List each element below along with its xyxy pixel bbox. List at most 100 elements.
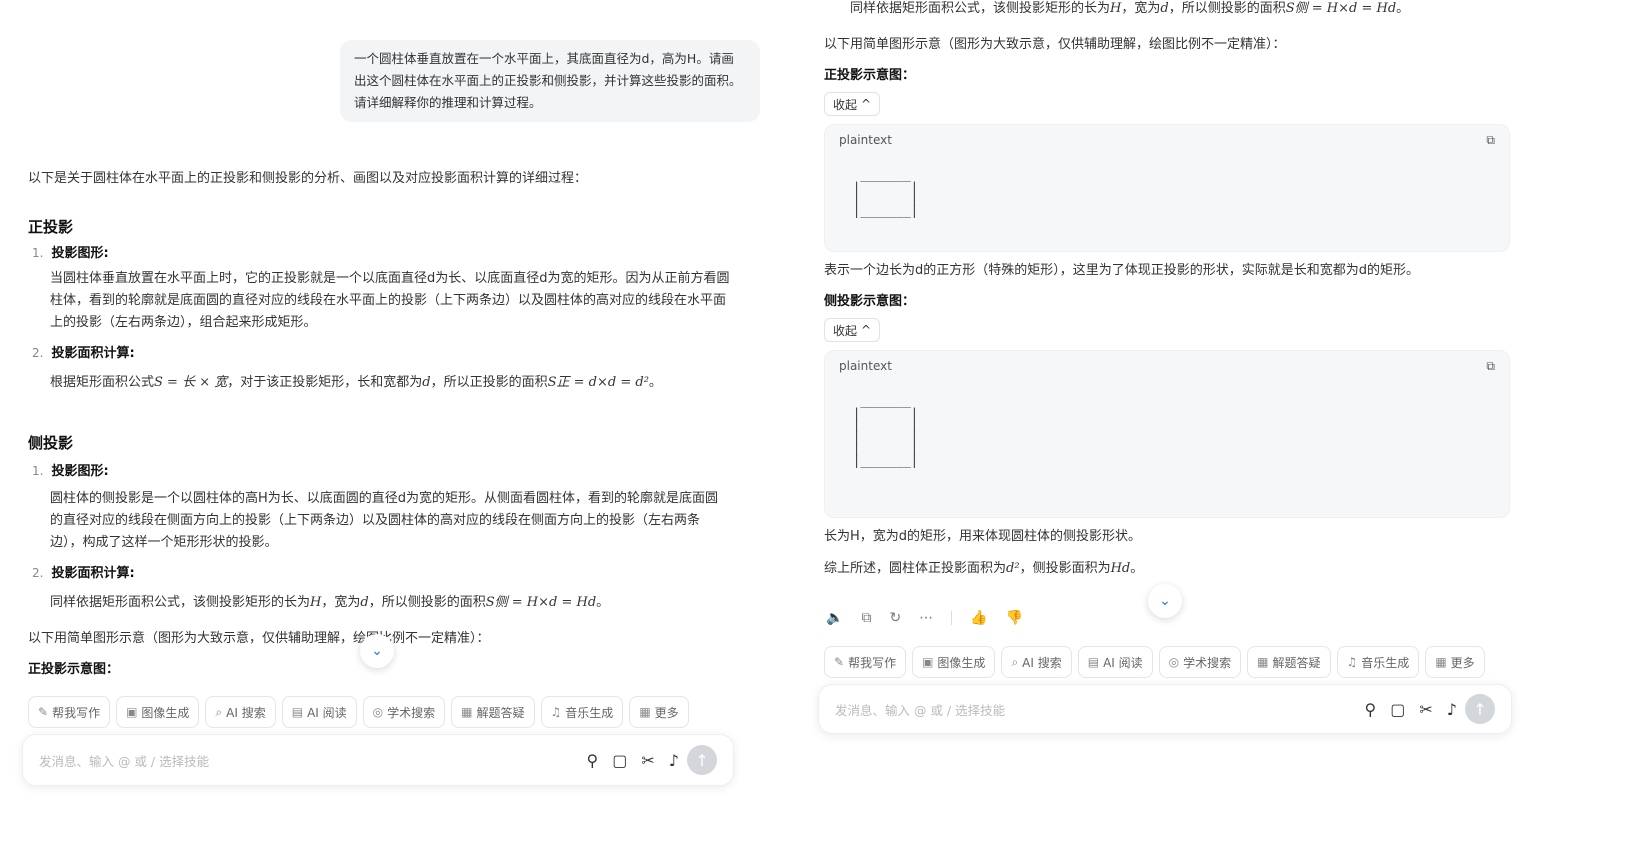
solve-icon: ▦ bbox=[461, 705, 473, 719]
code-block-side: plaintext ⧉ _______ | | | | | | | | |___… bbox=[824, 350, 1510, 518]
pen-icon: ✎ bbox=[834, 655, 845, 669]
grid-icon: ▦ bbox=[639, 705, 651, 719]
arrow-up-icon: ↑ bbox=[695, 750, 709, 770]
search-icon: ⌕ bbox=[215, 704, 223, 719]
image-icon: ▣ bbox=[126, 705, 138, 719]
section-side-projection-title: 侧投影 bbox=[28, 434, 74, 452]
code-block-front: plaintext ⧉ _______ | | | | |_______| bbox=[824, 124, 1510, 252]
arrow-up-icon: ↑ bbox=[1473, 699, 1487, 719]
pen-icon: ✎ bbox=[38, 705, 49, 719]
code-front-content: _______ | | | | |_______| bbox=[853, 168, 919, 218]
user-message-text: 一个圆柱体垂直放置在一个水平面上，其底面直径为d，高为H。请画出这个圆柱体在水平… bbox=[354, 51, 742, 110]
screenshot-icon[interactable]: ▢ bbox=[1390, 700, 1405, 719]
send-button[interactable]: ↑ bbox=[1465, 694, 1495, 724]
music-icon: ♫ bbox=[550, 705, 562, 719]
summary-line: 综上所述，圆柱体正投影面积为d²，侧投影面积为Hd。 bbox=[824, 561, 1144, 576]
code-language-label: plaintext bbox=[839, 133, 892, 147]
chip-problem-solving[interactable]: ▦ 解题答疑 bbox=[1247, 646, 1331, 678]
user-message-bubble: 一个圆柱体垂直放置在一个水平面上，其底面直径为d，高为H。请画出这个圆柱体在水平… bbox=[340, 40, 760, 122]
section-front-projection-title: 正投影 bbox=[28, 218, 74, 236]
message-input[interactable]: 发消息、输入 @ 或 / 选择技能 bbox=[39, 751, 587, 770]
thumbs-up-icon[interactable]: 👍 bbox=[970, 610, 987, 626]
diagram-intro: 以下用简单图形示意（图形为大致示意，仅供辅助理解，绘图比例不一定精准）： bbox=[28, 631, 490, 646]
grid-icon: ▦ bbox=[1435, 655, 1447, 669]
skill-chips: ✎ 帮我写作 ▣ 图像生成 ⌕ AI 搜索 ▤ AI 阅读 ◎ 学术搜索 ▦ 解题答疑 ♫ 音… bbox=[824, 646, 1485, 678]
attachment-icon[interactable]: ⚲ bbox=[1365, 700, 1377, 719]
chip-academic-search[interactable]: ◎ 学术搜索 bbox=[362, 696, 446, 728]
screenshot-icon[interactable]: ▢ bbox=[612, 751, 627, 770]
s1-item2-body: 根据矩形面积公式S = 长 × 宽，对于该正投影矩形，长和宽都为d，所以正投影的… bbox=[50, 375, 662, 390]
academic-icon: ◎ bbox=[372, 705, 384, 719]
input-tools: ⚲ ▢ ✂ ♪ bbox=[1365, 700, 1457, 719]
book-icon: ▤ bbox=[1087, 655, 1100, 669]
s1-item1-heading: 1. 投影图形: bbox=[32, 246, 109, 261]
more-icon[interactable]: ⋯ bbox=[919, 610, 933, 626]
chip-ai-read[interactable]: ▤ AI 阅读 bbox=[281, 696, 357, 728]
scroll-to-bottom-button[interactable]: ⌄ bbox=[360, 634, 394, 668]
s2-item1-heading: 1. 投影图形: bbox=[32, 464, 109, 479]
front-caption: 表示一个边长为d的正方形（特殊的矩形），这里为了体现正投影的形状，实际就是长和宽… bbox=[824, 263, 1420, 278]
chip-more[interactable]: ▦ 更多 bbox=[629, 696, 689, 728]
side-caption: 长为H，宽为d的矩形，用来体现圆柱体的侧投影形状。 bbox=[824, 529, 1142, 544]
microphone-icon[interactable]: ♪ bbox=[1447, 700, 1457, 719]
thumbs-down-icon[interactable]: 👎 bbox=[1006, 610, 1023, 626]
chip-academic-search[interactable]: ◎ 学术搜索 bbox=[1158, 646, 1242, 678]
side-area-formula-line: 同样依据矩形面积公式，该侧投影矩形的长为H，宽为d，所以侧投影的面积S侧 = H… bbox=[850, 1, 1410, 16]
collapse-button-front[interactable]: 收起 ^ bbox=[824, 92, 881, 116]
chip-more[interactable]: ▦ 更多 bbox=[1425, 646, 1485, 678]
chip-image-gen[interactable]: ▣ 图像生成 bbox=[912, 646, 996, 678]
chip-writing[interactable]: ✎ 帮我写作 bbox=[824, 646, 907, 678]
message-input-box[interactable]: 发消息、输入 @ 或 / 选择技能 ⚲ ▢ ✂ ♪ ↑ bbox=[818, 684, 1512, 734]
s1-item1-body: 当圆柱体垂直放置在水平面上时，它的正投影就是一个以底面直径d为长、以底面直径d为… bbox=[50, 271, 730, 330]
scroll-to-bottom-button[interactable]: ⌄ bbox=[1148, 584, 1182, 618]
scissors-icon[interactable]: ✂ bbox=[641, 751, 654, 770]
s2-item2-heading: 2. 投影面积计算: bbox=[32, 566, 135, 581]
s2-item1-body: 圆柱体的侧投影是一个以圆柱体的高H为长、以底面圆的直径d为宽的矩形。从侧面看圆柱… bbox=[50, 491, 719, 550]
answer-intro: 以下是关于圆柱体在水平面上的正投影和侧投影的分析、画图以及对应投影面积计算的详细… bbox=[28, 171, 588, 186]
search-icon: ⌕ bbox=[1011, 654, 1019, 669]
image-icon: ▣ bbox=[922, 655, 934, 669]
skill-chips: ✎ 帮我写作 ▣ 图像生成 ⌕ AI 搜索 ▤ AI 阅读 ◎ 学术搜索 ▦ 解题答疑 ♫ 音… bbox=[28, 696, 689, 728]
music-icon: ♫ bbox=[1346, 655, 1358, 669]
copy-icon[interactable]: ⧉ bbox=[1486, 133, 1495, 148]
copy-icon[interactable]: ⧉ bbox=[1486, 359, 1495, 374]
collapse-button-side[interactable]: 收起 ^ bbox=[824, 318, 881, 342]
side-diagram-heading: 侧投影示意图： bbox=[824, 294, 916, 309]
divider bbox=[951, 611, 953, 625]
solve-icon: ▦ bbox=[1257, 655, 1269, 669]
chip-ai-search[interactable]: ⌕ AI 搜索 bbox=[1001, 646, 1072, 678]
book-icon: ▤ bbox=[291, 705, 304, 719]
s2-item2-body: 同样依据矩形面积公式，该侧投影矩形的长为H，宽为d，所以侧投影的面积S侧 = H… bbox=[50, 595, 610, 610]
chip-problem-solving[interactable]: ▦ 解题答疑 bbox=[451, 696, 535, 728]
chevron-up-icon: ^ bbox=[861, 323, 872, 337]
s1-item2-heading: 2. 投影面积计算: bbox=[32, 346, 135, 361]
code-language-label: plaintext bbox=[839, 359, 892, 373]
chip-image-gen[interactable]: ▣ 图像生成 bbox=[116, 696, 200, 728]
message-actions: 🔈 ⧉ ↻ ⋯ 👍 👎 bbox=[826, 610, 1023, 626]
chevron-down-icon: ⌄ bbox=[371, 643, 383, 659]
send-button[interactable]: ↑ bbox=[687, 745, 717, 775]
message-input[interactable]: 发消息、输入 @ 或 / 选择技能 bbox=[835, 700, 1365, 719]
speaker-icon[interactable]: 🔈 bbox=[826, 610, 843, 626]
front-diagram-heading-right: 正投影示意图： bbox=[824, 68, 916, 83]
code-side-content: _______ | | | | | | | | |_______| bbox=[853, 394, 919, 468]
diagram-intro-right: 以下用简单图形示意（图形为大致示意，仅供辅助理解，绘图比例不一定精准）： bbox=[824, 37, 1286, 52]
copy-icon[interactable]: ⧉ bbox=[861, 610, 871, 626]
code-block-header: plaintext ⧉ bbox=[825, 125, 1509, 155]
regenerate-icon[interactable]: ↻ bbox=[889, 610, 901, 626]
chip-music-gen[interactable]: ♫ 音乐生成 bbox=[540, 696, 624, 728]
chip-ai-search[interactable]: ⌕ AI 搜索 bbox=[205, 696, 276, 728]
chip-music-gen[interactable]: ♫ 音乐生成 bbox=[1336, 646, 1420, 678]
code-block-header: plaintext ⧉ bbox=[825, 351, 1509, 381]
chevron-down-icon: ⌄ bbox=[1159, 593, 1171, 609]
scissors-icon[interactable]: ✂ bbox=[1419, 700, 1432, 719]
front-diagram-heading: 正投影示意图： bbox=[28, 662, 120, 677]
academic-icon: ◎ bbox=[1168, 655, 1180, 669]
right-chat-pane: 同样依据矩形面积公式，该侧投影矩形的长为H，宽为d，所以侧投影的面积S侧 = H… bbox=[818, 0, 1626, 843]
chip-writing[interactable]: ✎ 帮我写作 bbox=[28, 696, 111, 728]
microphone-icon[interactable]: ♪ bbox=[669, 751, 679, 770]
attachment-icon[interactable]: ⚲ bbox=[587, 751, 599, 770]
input-tools: ⚲ ▢ ✂ ♪ bbox=[587, 751, 679, 770]
message-input-box[interactable]: 发消息、输入 @ 或 / 选择技能 ⚲ ▢ ✂ ♪ ↑ bbox=[22, 734, 734, 786]
chip-ai-read[interactable]: ▤ AI 阅读 bbox=[1077, 646, 1153, 678]
